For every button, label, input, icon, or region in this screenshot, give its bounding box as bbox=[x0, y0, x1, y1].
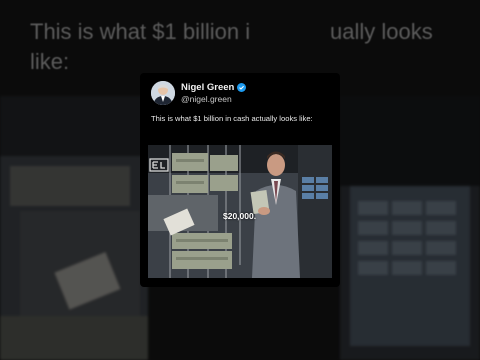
author-row: Nigel Green bbox=[181, 82, 247, 93]
video-frame[interactable]: $20,000. bbox=[148, 145, 332, 278]
background-video-blur-left bbox=[0, 96, 148, 360]
tweet-text: This is what $1 billion in cash actually… bbox=[151, 114, 313, 123]
background-headline-line2: like: bbox=[30, 49, 70, 74]
video-caption: $20,000. bbox=[223, 211, 257, 221]
author-name[interactable]: Nigel Green bbox=[181, 82, 234, 93]
background-headline-line1-right: ually looks bbox=[330, 19, 433, 44]
author-handle[interactable]: @nigel.green bbox=[181, 94, 232, 104]
background-headline-line1-left: This is what $1 billion i bbox=[30, 19, 251, 44]
tweet-card[interactable]: Nigel Green @nigel.green This is what $1… bbox=[140, 73, 340, 287]
verified-badge-icon bbox=[237, 83, 247, 92]
avatar[interactable] bbox=[151, 81, 175, 105]
background-video-blur-right bbox=[340, 96, 480, 360]
